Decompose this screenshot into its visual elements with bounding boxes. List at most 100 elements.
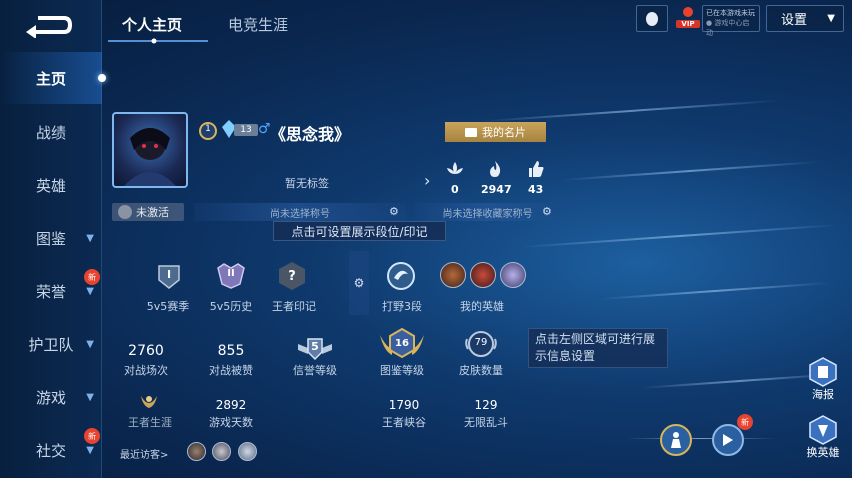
stat-value: 43	[528, 183, 544, 196]
activation-status[interactable]: 未激活	[112, 203, 184, 221]
play-icon	[723, 434, 733, 446]
badge-label[interactable]: 打野3段	[374, 298, 430, 314]
stat-value: 2760	[128, 343, 164, 359]
badge-label[interactable]: 我的英雄	[452, 298, 512, 314]
poster-icon	[809, 357, 837, 387]
qq-button[interactable]	[636, 5, 668, 32]
penguin-icon	[646, 11, 658, 26]
pose-button[interactable]	[660, 424, 692, 456]
title-select-field[interactable]: 尚未选择称号	[194, 203, 406, 221]
gear-icon[interactable]: ⚙	[389, 205, 399, 218]
chevron-down-icon: ▼	[86, 444, 94, 456]
sidebar-item-label: 社交	[35, 441, 66, 460]
stat-label: 信誉等级	[293, 364, 337, 377]
badge-label[interactable]: 5v5历史	[203, 298, 259, 314]
light-streak	[600, 281, 830, 301]
jungle-rank-icon	[387, 262, 415, 290]
divider	[626, 438, 776, 439]
credit-level-value: 5	[311, 340, 319, 353]
stat-label: 王者峡谷	[382, 416, 426, 429]
stat-label: 对战场次	[124, 364, 168, 377]
tab-personal-home[interactable]: 个人主页	[122, 14, 182, 35]
sidebar-item-label: 荣誉	[35, 282, 66, 301]
stat-label: 无限乱斗	[464, 416, 508, 429]
new-badge: 新	[84, 428, 100, 444]
gear-icon[interactable]: ⚙	[542, 205, 552, 218]
vip-badge[interactable]: VIP	[676, 6, 700, 32]
play-button[interactable]	[712, 424, 744, 456]
info-tip-text: 点击左侧区域可进行展示信息设置	[535, 332, 656, 363]
chevron-down-icon: ▼	[827, 13, 835, 24]
sidebar-item-guard[interactable]: 护卫队 ▼	[0, 318, 102, 370]
game-center-status[interactable]: 已在本游戏未玩 ● 游戏中心启动	[702, 5, 760, 37]
light-streak	[560, 160, 820, 182]
sidebar-item-honor[interactable]: 荣誉 ▼ 新	[0, 265, 102, 317]
light-streak	[480, 99, 780, 123]
stat-label[interactable]: 王者生涯	[120, 414, 180, 430]
hero-avatar	[440, 262, 466, 288]
card-button-label: 我的名片	[482, 126, 526, 139]
light-streak	[520, 223, 840, 249]
sidebar-item-label: 战绩	[35, 123, 66, 142]
flame-icon	[490, 161, 501, 177]
sidebar-item-label: 图鉴	[35, 229, 66, 248]
stat-value: 129	[474, 398, 498, 412]
switch-hero-button[interactable]	[808, 415, 838, 445]
player-name: 《思念我》	[270, 125, 351, 144]
title-placeholder: 尚未选择称号	[270, 208, 330, 220]
poster-label[interactable]: 海报	[804, 386, 842, 402]
sidebar-item-records[interactable]: 战绩	[0, 106, 102, 158]
profile-tag[interactable]: 暂无标签	[285, 175, 329, 191]
vip-label: VIP	[676, 20, 700, 28]
visitor-avatar[interactable]	[187, 442, 206, 461]
sidebar-item-social[interactable]: 社交 ▼ 新	[0, 424, 102, 476]
switch-hero-icon	[809, 415, 837, 445]
stat-value: 0	[451, 183, 459, 196]
settings-label: 设置	[781, 13, 808, 28]
level-value: 1	[205, 124, 211, 134]
stat-value: 2892	[215, 398, 247, 412]
hero-avatar	[470, 262, 496, 288]
sidebar-item-game[interactable]: 游戏 ▼	[0, 371, 102, 423]
king-mark-icon: ?	[279, 262, 305, 290]
badge-label[interactable]: 5v5赛季	[140, 298, 196, 314]
inactive-emblem-icon	[118, 205, 132, 219]
sidebar-item-label: 游戏	[35, 388, 66, 407]
sidebar-item-home[interactable]: 主页	[0, 52, 106, 104]
visitor-avatar[interactable]	[212, 442, 231, 461]
rank-display-tooltip[interactable]: 点击可设置展示段位/印记	[273, 221, 446, 241]
badge-label[interactable]: 王者印记	[266, 298, 322, 314]
tab-esports-career[interactable]: 电竞生涯	[228, 14, 288, 35]
back-arrow-icon[interactable]	[24, 12, 72, 38]
settings-button[interactable]: 设置 ▼	[766, 5, 844, 32]
sidebar-item-label: 主页	[35, 69, 66, 88]
recent-visitors-link[interactable]: 最近访客>	[120, 446, 168, 461]
sidebar-item-codex[interactable]: 图鉴 ▼	[0, 212, 102, 264]
stat-label: 皮肤数量	[459, 364, 503, 377]
poster-button[interactable]	[808, 357, 838, 387]
collector-title-field[interactable]: 尚未选择收藏家称号	[415, 203, 560, 221]
chevron-down-icon: ▼	[86, 285, 94, 297]
inactive-label: 未激活	[136, 206, 169, 219]
new-badge: 新	[737, 414, 753, 430]
person-icon	[671, 432, 681, 448]
skin-count-value: 79	[474, 337, 488, 348]
switch-hero-label[interactable]: 换英雄	[800, 444, 846, 460]
my-heroes-group[interactable]	[440, 262, 528, 290]
gear-icon[interactable]: ⚙	[349, 251, 369, 315]
lotus-icon	[447, 162, 463, 174]
status-line: ● 游戏中心启动	[706, 19, 750, 37]
avatar[interactable]	[112, 112, 188, 188]
my-card-button[interactable]: 我的名片	[445, 122, 546, 142]
chevron-down-icon: ▼	[86, 391, 94, 403]
chevron-down-icon: ▼	[86, 338, 94, 350]
flame-icon	[683, 7, 693, 17]
stat-value: 2947	[481, 183, 512, 196]
new-badge: 新	[84, 269, 100, 285]
chevron-right-icon[interactable]: ›	[424, 171, 430, 190]
sidebar-item-label: 护卫队	[28, 335, 74, 354]
status-line: 已在本游戏未玩	[706, 9, 755, 17]
visitor-avatar[interactable]	[238, 442, 257, 461]
sidebar-item-heroes[interactable]: 英雄	[0, 159, 102, 211]
info-settings-tip[interactable]: 点击左侧区域可进行展示信息设置	[528, 328, 668, 368]
